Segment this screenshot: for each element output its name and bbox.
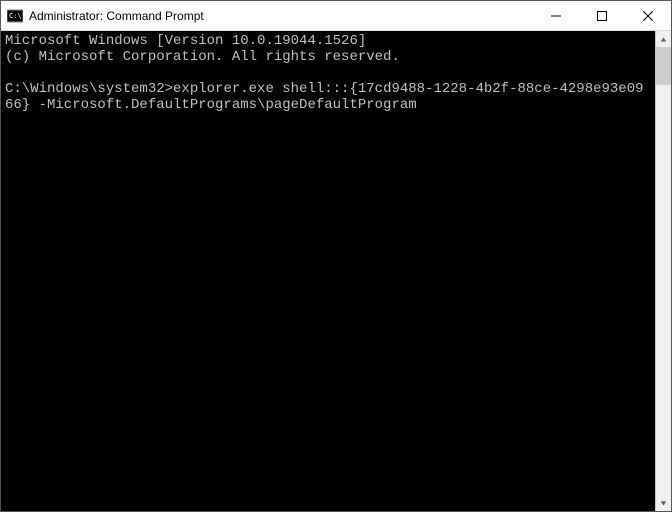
close-button[interactable] bbox=[625, 1, 671, 30]
cmd-icon: C:\ bbox=[7, 8, 23, 24]
scroll-thumb[interactable] bbox=[656, 47, 671, 85]
vertical-scrollbar[interactable] bbox=[655, 31, 671, 511]
window-title: Administrator: Command Prompt bbox=[29, 9, 533, 23]
copyright-line: (c) Microsoft Corporation. All rights re… bbox=[5, 49, 400, 65]
minimize-button[interactable] bbox=[533, 1, 579, 30]
scroll-up-button[interactable] bbox=[656, 31, 671, 47]
window-controls bbox=[533, 1, 671, 30]
command-prompt-window: C:\ Administrator: Command Prompt Micros… bbox=[0, 0, 672, 512]
terminal-output[interactable]: Microsoft Windows [Version 10.0.19044.15… bbox=[1, 31, 655, 511]
content-area: Microsoft Windows [Version 10.0.19044.15… bbox=[1, 31, 671, 511]
version-line: Microsoft Windows [Version 10.0.19044.15… bbox=[5, 33, 366, 49]
svg-text:C:\: C:\ bbox=[9, 12, 22, 20]
prompt: C:\Windows\system32> bbox=[5, 81, 173, 97]
scroll-down-button[interactable] bbox=[656, 495, 671, 511]
titlebar[interactable]: C:\ Administrator: Command Prompt bbox=[1, 1, 671, 31]
maximize-button[interactable] bbox=[579, 1, 625, 30]
